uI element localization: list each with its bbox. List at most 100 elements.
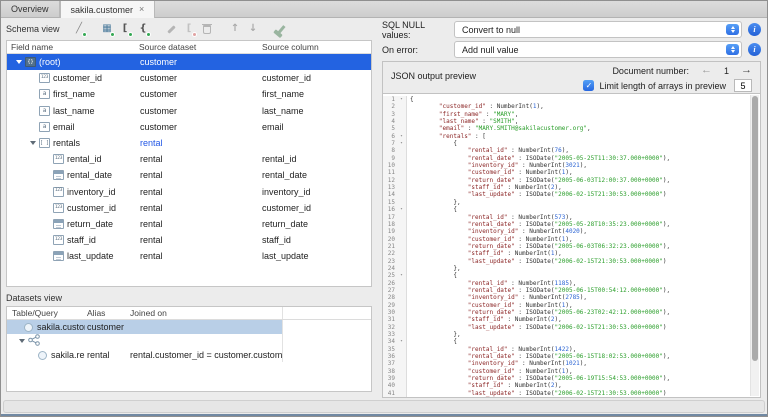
code-line: 36 "rental_date" : ISODate("2005-06-15T1… [383,353,750,360]
field-name: customer_id [53,73,102,83]
tab-label: sakila.customer [71,5,134,15]
column-header-joined-on[interactable]: Joined on [126,308,282,318]
sql-null-select[interactable]: Convert to null [454,21,742,38]
dataset-row-sakila-customer[interactable]: sakila.customercustomer [7,320,371,334]
code-line: 4 "last_name" : "SMITH", [383,118,750,125]
line-number: 9 [383,155,397,162]
field-name: rental_date [67,170,112,180]
line-number: 24 [383,265,397,272]
add-field-icon[interactable]: ▦ [100,22,115,37]
fold-marker-icon[interactable]: ▾ [397,206,406,213]
field-type-num-icon [53,235,64,245]
schema-row-email[interactable]: emailcustomeremail [7,119,371,135]
field-name: rental_id [67,154,102,164]
line-number: 20 [383,236,397,243]
fold-marker-icon[interactable]: ▾ [397,338,406,345]
schema-row-staff_id[interactable]: staff_idrentalstaff_id [7,232,371,248]
tab-close-icon[interactable]: × [139,5,144,14]
column-header-field-name[interactable]: Field name [7,42,135,52]
line-number: 41 [383,390,397,397]
remove-array-element-icon: [ [182,22,197,37]
schema-row-last_update[interactable]: last_updaterentallast_update [7,248,371,264]
limit-arrays-input[interactable] [734,79,752,92]
line-number: 26 [383,280,397,287]
on-error-select[interactable]: Add null value [454,41,742,58]
fold-marker-icon[interactable]: ▾ [397,96,406,103]
code-line: 40 "staff_id" : NumberInt(2), [383,382,750,389]
code-line: 1▾{ [383,96,750,103]
fold-marker-icon[interactable]: ▾ [397,140,406,147]
schema-row-rentals[interactable]: rentalsrental [7,135,371,151]
code-line: 5 "email" : "MARY.SMITH@sakilacustomer.o… [383,125,750,132]
expander-chevron-icon[interactable] [27,141,39,145]
fold-marker-icon [397,382,406,389]
next-document-button[interactable]: → [741,65,752,76]
document-number-value: 1 [724,66,729,76]
sql-null-info-icon[interactable]: i [748,23,761,36]
limit-arrays-checkbox[interactable]: ✓ [583,80,594,91]
tab-overview[interactable]: Overview [1,1,60,17]
column-header-alias[interactable]: Alias [85,308,126,318]
select-stepper-icon[interactable] [726,44,739,55]
code-line: 26 "rental_id" : NumberInt(1185), [383,280,750,287]
tab-sakila-customer[interactable]: sakila.customer × [60,1,156,18]
expander-chevron-icon[interactable] [13,60,25,64]
options-and-preview-panel: SQL NULL values: Convert to null i On er… [382,18,761,398]
fold-marker-icon [397,162,406,169]
line-number: 30 [383,309,397,316]
line-number: 31 [383,316,397,323]
schema-row-rental_id[interactable]: rental_id rental rental_id [7,151,371,167]
field-type-str-icon [39,89,50,99]
schema-row-last_name[interactable]: last_namecustomerlast_name [7,103,371,119]
on-error-info-icon[interactable]: i [748,43,761,56]
fold-marker-icon[interactable]: ▾ [397,272,406,279]
expander-chevron-icon[interactable] [16,339,28,343]
dataset-join-group-row[interactable] [7,334,371,348]
schema-row-customer_id[interactable]: customer_idrentalcustomer_id [7,200,371,216]
source-column: rental_id [258,154,371,164]
schema-row-inventory_id[interactable]: inventory_idrentalinventory_id [7,184,371,200]
schema-row--root-[interactable]: (root)customer [7,54,371,70]
field-type-num-icon [53,154,64,164]
field-name: inventory_id [67,187,116,197]
add-document-field-icon[interactable]: { [136,22,151,37]
fold-marker-icon [397,191,406,198]
code-line: 10 "inventory_id" : NumberInt(3021), [383,162,750,169]
add-array-field-icon[interactable]: [ [118,22,133,37]
schema-row-rental_date[interactable]: rental_daterentalrental_date [7,167,371,183]
scrollbar-thumb[interactable] [752,96,758,361]
infer-schema-icon[interactable]: ╱ [72,22,87,37]
fold-marker-icon [397,214,406,221]
window-bottom-edge [1,414,767,416]
clear-schema-icon [274,22,289,37]
dataset-row-sakila-rental[interactable]: sakila.rentalrentalrental.customer_id = … [7,348,371,362]
field-name: rentals [53,138,80,148]
schema-row-first_name[interactable]: first_namecustomerfirst_name [7,86,371,102]
joined-on: rental.customer_id = customer.customer_i… [126,350,282,360]
code-line: 24 }, [383,265,750,272]
vertical-scrollbar[interactable] [750,95,759,396]
source-dataset: rental [140,154,163,164]
column-header-source-dataset[interactable]: Source dataset [135,42,258,52]
alias: rental [85,350,126,360]
fold-marker-icon [397,287,406,294]
schema-row-customer_id[interactable]: customer_idcustomercustomer_id [7,70,371,86]
line-number: 17 [383,214,397,221]
fold-marker-icon[interactable]: ▾ [397,133,406,140]
move-up-icon: ↑ [228,22,243,37]
badge-dot [192,32,197,37]
document-number-label: Document number: [612,66,689,76]
schema-row-return_date[interactable]: return_daterentalreturn_date [7,216,371,232]
edit-field-icon [164,22,179,37]
fold-marker-icon [397,111,406,118]
code-line: 17 "rental_id" : NumberInt(573), [383,214,750,221]
line-number: 3 [383,111,397,118]
code-line: 27 "rental_date" : ISODate("2005-06-15T0… [383,287,750,294]
column-header-source-column[interactable]: Source column [258,42,371,52]
previous-document-button[interactable]: ← [701,65,712,76]
code-line: 6▾ "rentals" : [ [383,133,750,140]
select-stepper-icon[interactable] [726,24,739,35]
json-preview-panel: JSON output preview Document number: ← 1… [382,61,761,398]
line-number: 1 [383,96,397,103]
column-header-table-query[interactable]: Table/Query [7,308,85,318]
